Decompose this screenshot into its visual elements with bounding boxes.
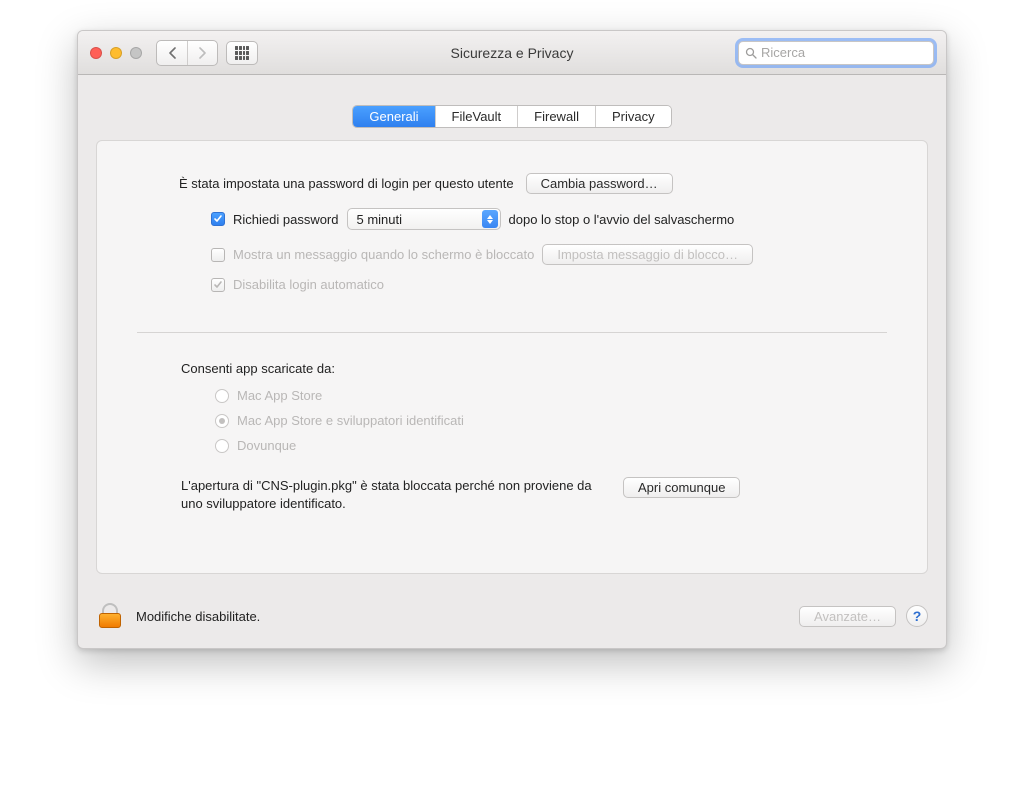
- open-anyway-button[interactable]: Apri comunque: [623, 477, 740, 498]
- show-lock-message-label: Mostra un messaggio quando lo schermo è …: [233, 247, 534, 262]
- gatekeeper-radio-group: Mac App Store Mac App Store e sviluppato…: [215, 388, 885, 453]
- radio-icon: [215, 389, 229, 403]
- tab-firewall[interactable]: Firewall: [517, 106, 595, 127]
- checkbox-disabled-icon: [211, 278, 225, 292]
- checkbox-unchecked-icon: [211, 248, 225, 262]
- gatekeeper-section-label: Consenti app scaricate da:: [181, 361, 885, 376]
- chevron-right-icon: [198, 47, 207, 59]
- traffic-lights: [90, 47, 142, 59]
- back-button[interactable]: [157, 41, 187, 65]
- gatekeeper-identified-label: Mac App Store e sviluppatori identificat…: [237, 413, 464, 428]
- password-set-label: È stata impostata una password di login …: [179, 176, 514, 191]
- require-password-checkbox[interactable]: Richiedi password: [211, 212, 339, 227]
- titlebar: Sicurezza e Privacy: [78, 31, 946, 75]
- close-window-button[interactable]: [90, 47, 102, 59]
- gatekeeper-anywhere-label: Dovunque: [237, 438, 296, 453]
- require-password-suffix: dopo lo stop o l'avvio del salvaschermo: [509, 212, 735, 227]
- general-panel: È stata impostata una password di login …: [96, 140, 928, 574]
- gatekeeper-option-appstore[interactable]: Mac App Store: [215, 388, 885, 403]
- gatekeeper-option-anywhere[interactable]: Dovunque: [215, 438, 885, 453]
- lock-status-label: Modifiche disabilitate.: [136, 609, 260, 624]
- search-input[interactable]: [761, 45, 937, 60]
- tab-privacy[interactable]: Privacy: [595, 106, 671, 127]
- radio-selected-icon: [215, 414, 229, 428]
- change-password-button[interactable]: Cambia password…: [526, 173, 673, 194]
- disable-autologin-checkbox[interactable]: Disabilita login automatico: [211, 277, 384, 292]
- require-password-label: Richiedi password: [233, 212, 339, 227]
- zoom-window-button[interactable]: [130, 47, 142, 59]
- minimize-window-button[interactable]: [110, 47, 122, 59]
- set-lock-message-button[interactable]: Imposta messaggio di blocco…: [542, 244, 753, 265]
- tab-bar: Generali FileVault Firewall Privacy: [96, 105, 928, 128]
- footer: Modifiche disabilitate. Avanzate… ?: [78, 588, 946, 648]
- disable-autologin-row: Disabilita login automatico: [211, 277, 885, 292]
- password-set-row: È stata impostata una password di login …: [179, 173, 885, 194]
- chevron-left-icon: [168, 47, 177, 59]
- search-field[interactable]: [738, 41, 934, 65]
- preference-body: Generali FileVault Firewall Privacy È st…: [78, 75, 946, 588]
- segmented-tabs: Generali FileVault Firewall Privacy: [352, 105, 671, 128]
- gatekeeper-option-identified[interactable]: Mac App Store e sviluppatori identificat…: [215, 413, 885, 428]
- nav-back-forward: [156, 40, 218, 66]
- footer-right: Avanzate… ?: [799, 605, 928, 627]
- tab-filevault[interactable]: FileVault: [435, 106, 518, 127]
- lock-icon[interactable]: [96, 602, 124, 630]
- preferences-window: Sicurezza e Privacy Generali FileVault F…: [77, 30, 947, 649]
- advanced-button[interactable]: Avanzate…: [799, 606, 896, 627]
- radio-icon: [215, 439, 229, 453]
- grid-icon: [235, 46, 249, 60]
- help-button[interactable]: ?: [906, 605, 928, 627]
- require-password-row: Richiedi password 5 minuti dopo lo stop …: [211, 208, 885, 230]
- tab-generali[interactable]: Generali: [353, 106, 434, 127]
- blocked-app-message: L'apertura di "CNS-plugin.pkg" è stata b…: [181, 477, 601, 513]
- blocked-app-row: L'apertura di "CNS-plugin.pkg" è stata b…: [181, 477, 885, 513]
- require-password-delay-select[interactable]: 5 minuti: [347, 208, 501, 230]
- show-all-button[interactable]: [226, 41, 258, 65]
- gatekeeper-appstore-label: Mac App Store: [237, 388, 322, 403]
- show-lock-message-checkbox[interactable]: Mostra un messaggio quando lo schermo è …: [211, 247, 534, 262]
- separator: [137, 332, 887, 333]
- checkbox-checked-icon: [211, 212, 225, 226]
- delay-selected-value: 5 minuti: [357, 212, 403, 227]
- disable-autologin-label: Disabilita login automatico: [233, 277, 384, 292]
- search-icon: [745, 47, 757, 59]
- forward-button[interactable]: [187, 41, 217, 65]
- stepper-arrows-icon: [482, 210, 498, 228]
- show-lock-message-row: Mostra un messaggio quando lo schermo è …: [211, 244, 885, 265]
